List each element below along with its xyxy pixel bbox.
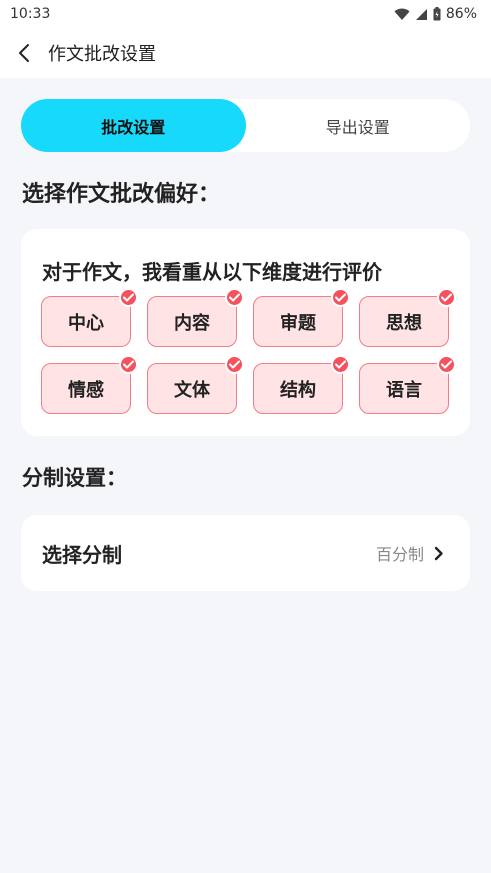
tab-export-settings[interactable]: 导出设置 [246,99,471,152]
wifi-icon [394,8,410,20]
back-button[interactable] [0,28,48,78]
dimension-chip-structure[interactable]: 结构 [253,355,350,414]
dimension-label: 思想 [386,312,422,334]
dimension-chip-emotion[interactable]: 情感 [41,355,138,414]
check-icon [225,355,244,374]
dimension-label: 语言 [386,379,422,401]
status-icons: 86% [394,6,477,22]
battery-percent: 86% [445,6,477,22]
preference-section-title: 选择作文批改偏好： [22,182,221,207]
dimension-card: 对于作文，我看重从以下维度进行评价 中心 内容 审题 思想 情感 文体 结构 语… [21,229,470,436]
dimension-label: 中心 [68,312,104,334]
check-icon [225,288,244,307]
page-title: 作文批改设置 [48,44,156,65]
dimension-chip-center[interactable]: 中心 [41,288,138,347]
scoring-row-value: 百分制 [375,545,424,564]
dimension-label: 审题 [280,312,316,334]
scoring-row-value-group: 百分制 [376,541,444,565]
dimension-label: 情感 [68,379,104,401]
chevron-left-icon [19,44,29,62]
check-icon [119,288,138,307]
dimension-chip-content[interactable]: 内容 [147,288,244,347]
scoring-row-label: 选择分制 [42,542,122,567]
dimension-chip-topic[interactable]: 审题 [253,288,350,347]
check-icon [331,288,350,307]
dimension-chip-language[interactable]: 语言 [359,355,456,414]
dimension-heading: 对于作文，我看重从以下维度进行评价 [42,260,382,284]
dimension-label: 内容 [174,312,210,334]
dimension-grid: 中心 内容 审题 思想 情感 文体 结构 语言 [41,288,456,414]
app-header: 作文批改设置 [0,28,491,78]
cellular-signal-icon [415,8,427,20]
check-icon [331,355,350,374]
check-icon [437,355,456,374]
dimension-chip-genre[interactable]: 文体 [147,355,244,414]
battery-icon [433,7,441,21]
check-icon [119,355,138,374]
dimension-label: 文体 [174,379,210,401]
tab-grading-settings[interactable]: 批改设置 [21,99,246,152]
status-time: 10:33 [10,6,51,22]
dimension-label: 结构 [280,379,316,401]
scoring-section-title: 分制设置： [22,466,127,490]
status-bar: 10:33 86% [0,0,491,28]
scoring-system-row[interactable]: 选择分制 百分制 [21,515,470,591]
chevron-right-icon [434,546,443,560]
dimension-chip-thought[interactable]: 思想 [359,288,456,347]
settings-tabs: 批改设置 导出设置 [21,99,470,152]
check-icon [437,288,456,307]
